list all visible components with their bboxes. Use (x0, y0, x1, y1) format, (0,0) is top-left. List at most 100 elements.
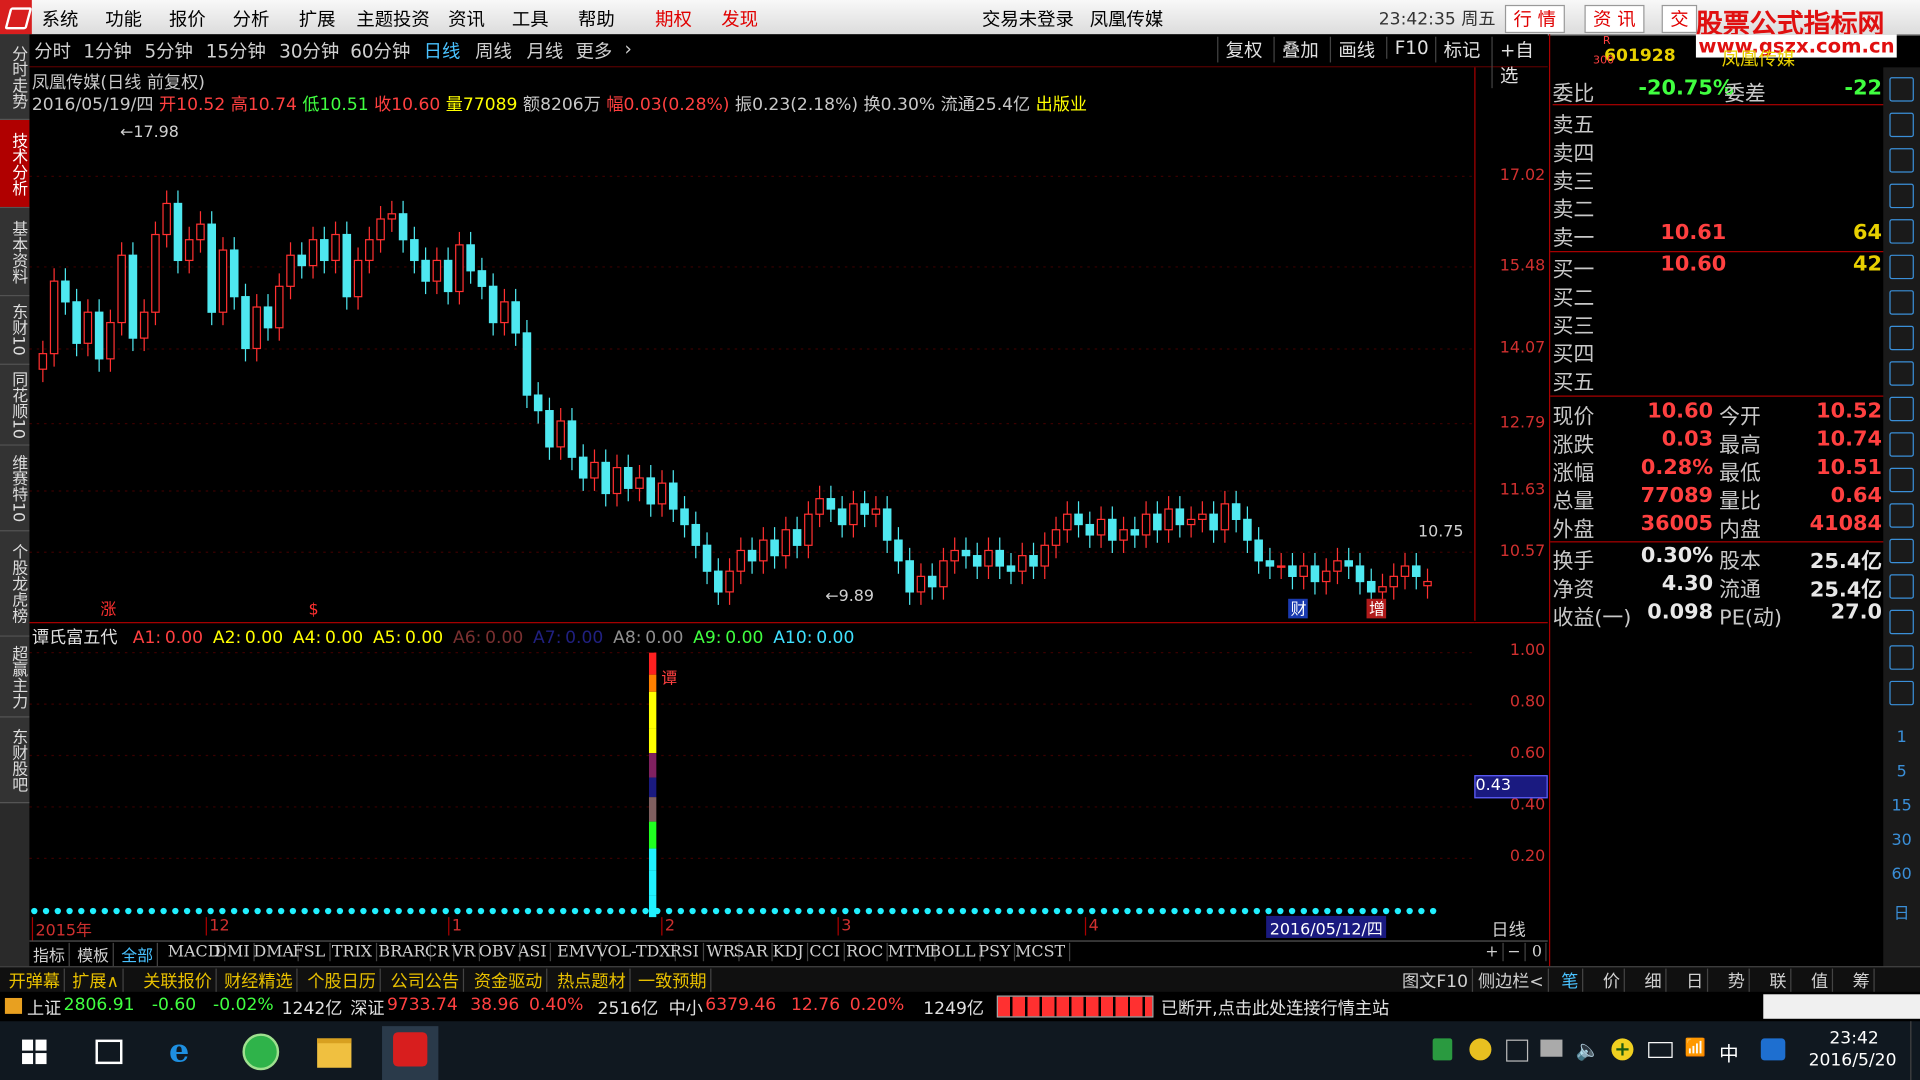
left-tab-7[interactable]: 超赢主力 (0, 636, 30, 718)
stock-app-icon[interactable] (393, 1032, 428, 1067)
report-icon[interactable] (1889, 290, 1914, 315)
f10-icon[interactable] (1889, 325, 1914, 351)
indicator-tab-24[interactable]: MCST (1011, 942, 1071, 962)
left-tab-0[interactable]: 分时走势 (0, 34, 30, 121)
quote-tab-0[interactable]: 笔 (1558, 968, 1584, 994)
menu-item-1[interactable]: 功能 (105, 6, 142, 32)
menu-item-0[interactable]: 系统 (42, 6, 79, 32)
left-tab-8[interactable]: 东财股吧 (0, 717, 30, 804)
down-arrow-icon[interactable] (1889, 112, 1914, 138)
menu-hot-0[interactable]: 期权 (655, 6, 692, 32)
doc-icon[interactable] (1889, 361, 1914, 386)
indicator-tab-19[interactable]: CCI (806, 942, 845, 962)
menu-hot-1[interactable]: 发现 (721, 6, 758, 32)
side-function-0[interactable]: 图文F10 (1398, 968, 1473, 994)
quote-tab-1[interactable]: 价 (1599, 968, 1625, 994)
period-4[interactable]: 30分钟 (279, 38, 339, 64)
quote-tab-7[interactable]: 筹 (1849, 968, 1875, 994)
wave-icon[interactable] (1889, 538, 1914, 564)
function-0[interactable]: 开弹幕 (5, 968, 65, 994)
quote-tab-5[interactable]: 联 (1766, 968, 1792, 994)
menu-item-8[interactable]: 帮助 (578, 6, 615, 32)
top-tab-2[interactable]: 交 (1661, 4, 1698, 34)
period-shortcut-2[interactable]: 15 (1883, 797, 1920, 815)
period-9[interactable]: 更多 (576, 38, 613, 64)
toolbar-right-0[interactable]: 复权 (1217, 36, 1270, 63)
function-6[interactable]: 资金驱动 (470, 968, 548, 994)
function-2[interactable]: 关联报价 (140, 968, 217, 994)
period-5[interactable]: 60分钟 (350, 38, 410, 64)
indicator-tab-1[interactable]: 模板 (73, 942, 114, 967)
login-status[interactable]: 交易未登录 (982, 6, 1074, 32)
kline-icon[interactable] (1889, 254, 1914, 280)
windows-start-icon[interactable] (22, 1039, 47, 1065)
left-tab-6[interactable]: 个股龙虎榜 (0, 531, 30, 637)
ime-indicator[interactable]: 中 (1719, 1037, 1739, 1066)
menu-item-5[interactable]: 主题投资 (356, 6, 429, 32)
ime-toolbar[interactable] (1763, 994, 1920, 1019)
file-explorer-icon[interactable] (317, 1038, 352, 1068)
fx-icon[interactable] (1889, 467, 1914, 493)
show-desktop-button[interactable] (1910, 1021, 1920, 1080)
monitor-icon[interactable] (1540, 1039, 1563, 1057)
indicator-tab-6[interactable]: FSL (289, 942, 331, 962)
period-shortcut-0[interactable]: 1 (1883, 729, 1920, 747)
function-3[interactable]: 财经精选 (220, 968, 298, 994)
indicator-tab-4[interactable]: DMI (211, 942, 255, 962)
add-icon[interactable]: + (1611, 1038, 1634, 1061)
function-5[interactable]: 公司公告 (387, 968, 465, 994)
function-1[interactable]: 扩展∧ (69, 968, 124, 994)
shield-icon[interactable] (1432, 1038, 1453, 1061)
rsi-icon[interactable] (1889, 574, 1914, 599)
quote-tab-2[interactable]: 细 (1641, 968, 1667, 994)
toolbar-right-3[interactable]: F10 (1386, 36, 1436, 59)
indicator-panel[interactable]: 谭氏富五代 A1: 0.00 A2: 0.00 A4: 0.00 A5: 0.00 A6: 0.0… (29, 622, 1475, 918)
top-tab-0[interactable]: 行 情 (1504, 4, 1565, 34)
left-tab-1[interactable]: 技术分析 (0, 120, 30, 209)
pen-icon[interactable] (1889, 680, 1914, 706)
quote-tab-6[interactable]: 值 (1807, 968, 1834, 994)
up-arrow-icon[interactable] (1889, 77, 1914, 102)
indicator-tab-14[interactable]: VOL-TDX (593, 942, 676, 962)
volume-icon[interactable]: 🔈 (1576, 1038, 1600, 1061)
period-3[interactable]: 15分钟 (206, 38, 266, 64)
more-chevron-icon[interactable]: › (624, 38, 631, 60)
side-function-1[interactable]: 侧边栏< (1474, 968, 1549, 994)
dollar-icon[interactable] (1889, 609, 1914, 635)
period-6[interactable]: 日线 (424, 38, 461, 64)
period-shortcut-4[interactable]: 60 (1883, 866, 1920, 884)
menu-item-4[interactable]: 扩展 (299, 6, 336, 32)
indicator-tab-18[interactable]: KDJ (769, 942, 809, 962)
app-logo-icon[interactable] (0, 0, 32, 35)
tray-ball-icon[interactable] (1469, 1038, 1492, 1061)
menu-item-6[interactable]: 资讯 (448, 6, 485, 32)
tray-paw-icon[interactable] (1760, 1038, 1786, 1061)
list-icon[interactable] (1889, 148, 1914, 173)
indicator-tab-20[interactable]: ROC (842, 942, 889, 962)
indicator-tab-7[interactable]: TRIX (328, 942, 377, 962)
indicator-tab-23[interactable]: PSY (975, 942, 1016, 962)
tab-control-2[interactable]: 0 (1528, 942, 1547, 962)
period-shortcut-5[interactable]: 日 (1883, 900, 1920, 923)
top-tab-1[interactable]: 资 讯 (1584, 4, 1645, 34)
status-msg[interactable]: 已断开,点击此处连接行情主站 (1161, 996, 1389, 1020)
menu-item-3[interactable]: 分析 (233, 6, 270, 32)
period-shortcut-3[interactable]: 30 (1883, 831, 1920, 849)
toolbar-right-2[interactable]: 画线 (1329, 36, 1383, 63)
function-7[interactable]: 热点题材 (553, 968, 631, 994)
battery-icon[interactable] (1648, 1042, 1673, 1058)
active-app-slot[interactable] (382, 1026, 439, 1080)
kline-chart[interactable]: 凤凰传媒(日线 前复权) 2016/05/19/四 开10.52 高10.74 … (29, 67, 1476, 621)
indicator-tab-22[interactable]: BOLL (926, 942, 981, 962)
left-tab-5[interactable]: 维赛特10 (0, 445, 30, 532)
indicator-tab-0[interactable]: 指标 (29, 942, 70, 967)
indicator-tab-12[interactable]: ASI (514, 942, 552, 962)
fin-icon[interactable] (1889, 396, 1914, 422)
function-8[interactable]: 一致预期 (634, 968, 712, 994)
trend-icon[interactable] (1889, 219, 1914, 244)
period-1[interactable]: 1分钟 (83, 38, 131, 64)
period-8[interactable]: 月线 (527, 38, 564, 64)
left-tab-2[interactable]: 基本资料 (0, 208, 30, 297)
toolbar-right-4[interactable]: 标记 (1435, 36, 1488, 63)
f2-icon[interactable] (1889, 432, 1914, 457)
